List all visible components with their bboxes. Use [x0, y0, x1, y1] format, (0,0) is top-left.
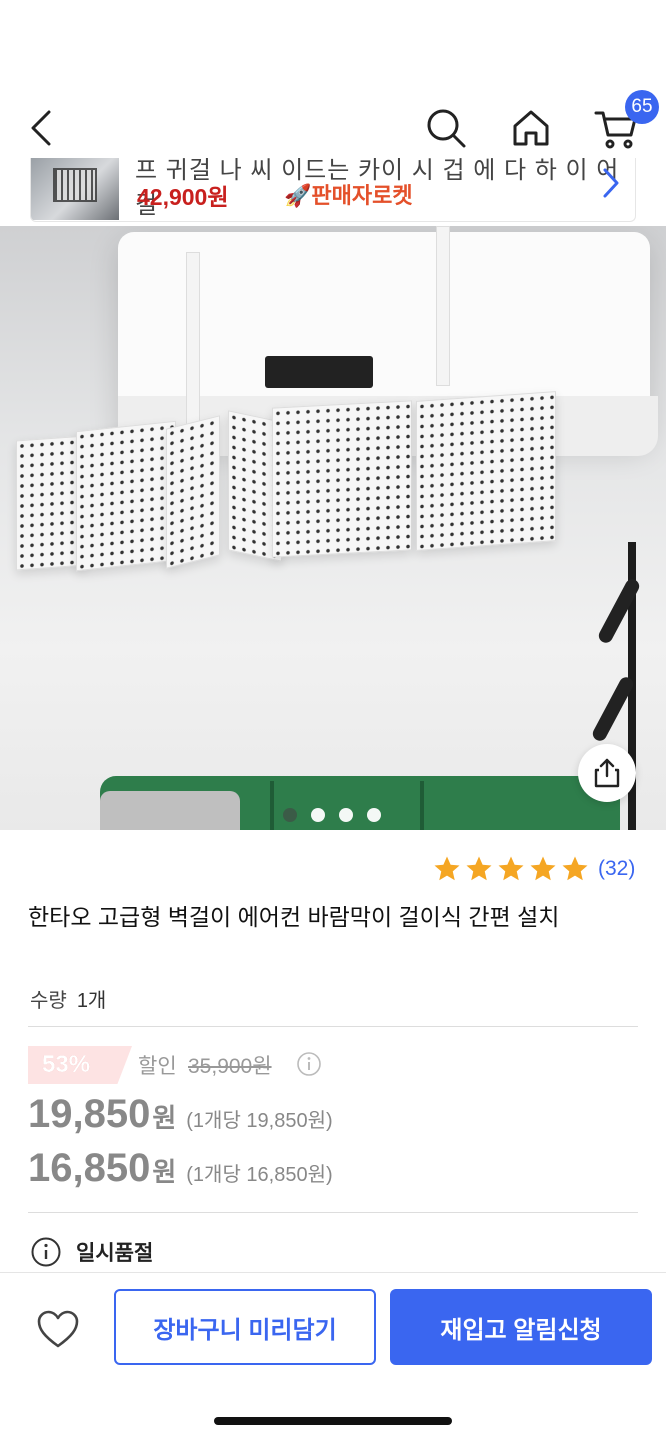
product-page: 65 프 귀걸 나 씨 이드는 카이 시 겁 에 다 하 이 어 걸 42,90… [0, 0, 666, 1440]
search-button[interactable] [418, 100, 474, 156]
price-info-icon[interactable] [296, 1051, 322, 1082]
quantity-value: 1개 [76, 990, 107, 1012]
unit-price: (1개당 19,850원) [186, 1110, 333, 1132]
info-icon [31, 1237, 61, 1267]
carousel-dot[interactable] [339, 808, 353, 822]
discount-label: 할인 [138, 1055, 177, 1078]
soldout-notice: 일시품절 [30, 1236, 153, 1268]
status-bar [0, 0, 666, 80]
back-button[interactable] [14, 100, 70, 156]
price-currency: 원 [152, 1103, 177, 1133]
share-icon [594, 758, 620, 788]
rating-count: (32) [598, 857, 636, 880]
divider [28, 1026, 638, 1027]
carousel-dot[interactable] [311, 808, 325, 822]
quantity-row: 수량 1개 [30, 984, 106, 1013]
star-icon [466, 856, 492, 881]
share-button[interactable] [578, 744, 636, 802]
search-icon [427, 109, 466, 148]
product-rating[interactable]: (32) [432, 854, 635, 884]
unit-price: (1개당 16,850원) [186, 1164, 333, 1186]
cart-count-badge: 65 [625, 90, 659, 124]
carousel-dots [283, 808, 381, 822]
add-to-cart-preview-button[interactable]: 장바구니 미리담기 [114, 1289, 376, 1365]
seller-rocket-badge: 🚀판매자로켓 [284, 178, 413, 210]
star-icon [562, 856, 588, 881]
quantity-label: 수량 [30, 990, 67, 1012]
star-icon [498, 856, 524, 881]
carousel-dot[interactable] [367, 808, 381, 822]
home-indicator [214, 1417, 452, 1425]
banner-price: 42,900원 [137, 184, 229, 210]
soldout-label: 일시품절 [76, 1242, 154, 1265]
rocket-label: 판매자로켓 [311, 183, 413, 208]
back-icon [31, 110, 51, 146]
price-row-1: 19,850 원 (1개당 19,850원) [28, 1092, 333, 1137]
price-value: 16,850 [28, 1146, 151, 1190]
original-price: 35,900원 [188, 1055, 272, 1078]
price-value: 19,850 [28, 1092, 151, 1136]
bottom-action-bar: 장바구니 미리담기 재입고 알림신청 [0, 1272, 666, 1440]
banner-thumbnail [31, 158, 119, 220]
price-currency: 원 [152, 1157, 177, 1187]
home-button[interactable] [503, 100, 559, 156]
price-row-2: 16,850 원 (1개당 16,850원) [28, 1146, 333, 1191]
rocket-icon: 🚀 [284, 183, 312, 208]
top-nav: 65 [0, 80, 666, 170]
home-icon [513, 110, 549, 146]
product-image-carousel[interactable] [0, 226, 666, 830]
wishlist-button[interactable] [28, 1303, 88, 1355]
carousel-dot[interactable] [283, 808, 297, 822]
discount-percent: 53% [42, 1051, 91, 1078]
restock-notify-button[interactable]: 재입고 알림신청 [390, 1289, 652, 1365]
related-product-banner[interactable]: 프 귀걸 나 씨 이드는 카이 시 겁 에 다 하 이 어 걸 42,900원 … [30, 158, 636, 222]
star-icon [530, 856, 556, 881]
heart-icon [37, 1310, 79, 1348]
divider [28, 1212, 638, 1213]
star-icon [434, 856, 460, 881]
banner-chevron-right-icon [601, 166, 621, 205]
discount-badge: 53% [28, 1046, 132, 1084]
product-title: 한타오 고급형 벽걸이 에어컨 바람막이 걸이식 간편 설치 [28, 904, 560, 930]
